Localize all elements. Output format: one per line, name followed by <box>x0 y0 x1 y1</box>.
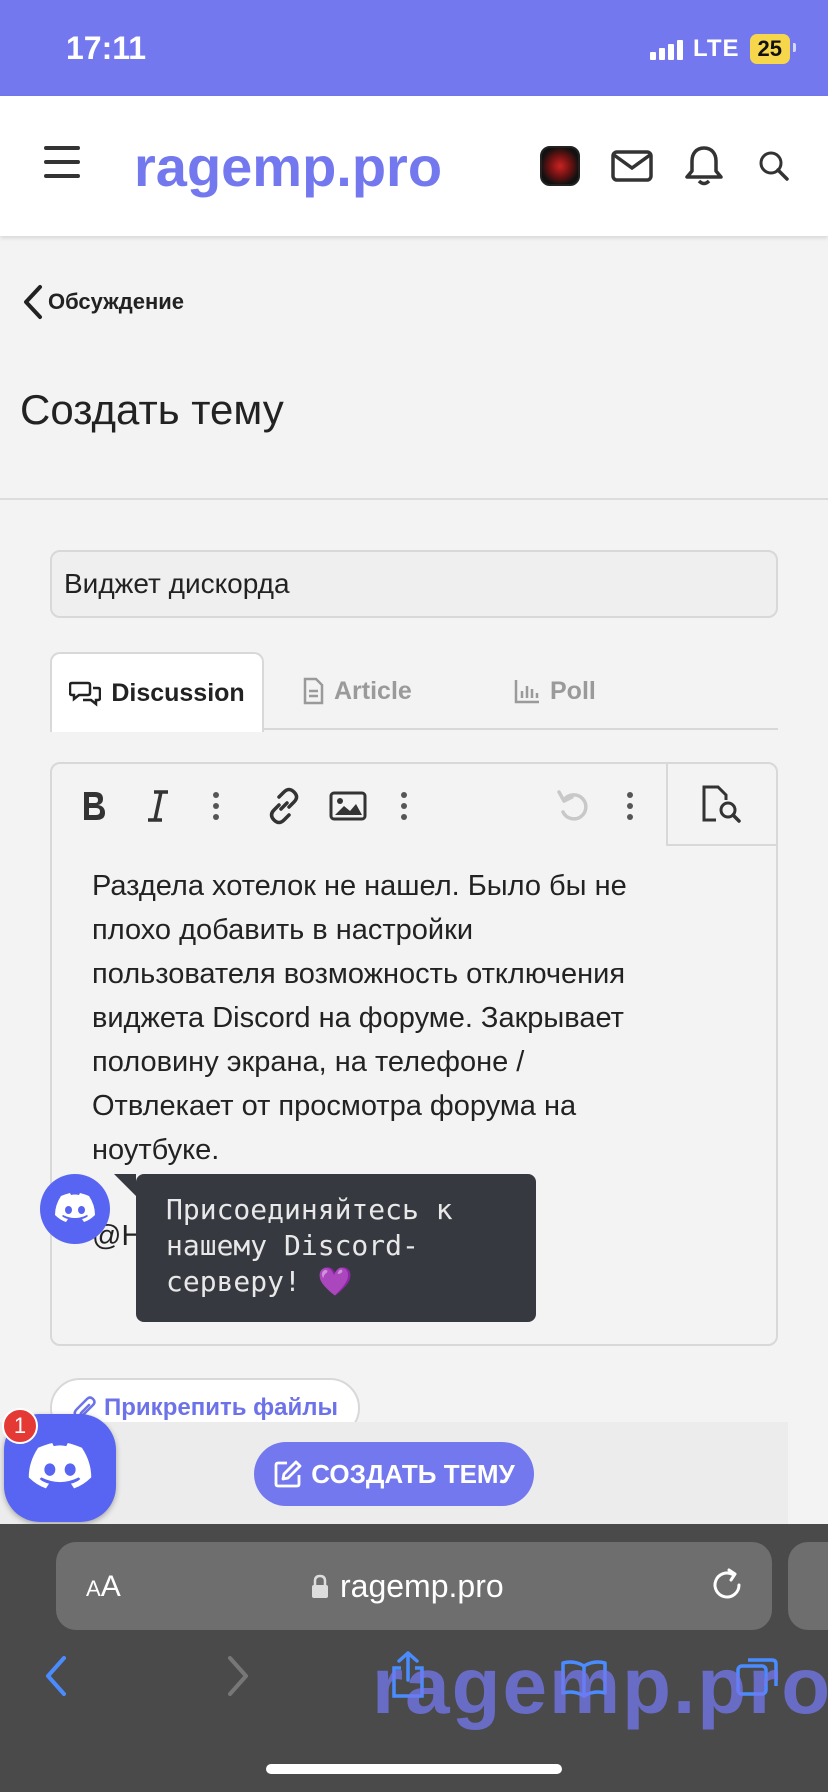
message-line: плохо добавить в настройки <box>92 914 474 946</box>
message-line: половину экрана, на телефоне / <box>92 1046 525 1078</box>
bold-button[interactable] <box>72 784 116 828</box>
chevron-left-icon <box>24 285 42 319</box>
page-title: Создать тему <box>20 386 284 433</box>
italic-button[interactable] <box>136 784 180 828</box>
search-icon[interactable] <box>752 144 796 188</box>
tab-poll[interactable]: Poll <box>514 652 596 730</box>
preview-icon <box>702 785 741 823</box>
message-line: пользователя возможность отключения <box>92 958 626 990</box>
thread-type-tabs: Discussion Article Poll <box>50 652 778 732</box>
message-body[interactable]: Раздела хотелок не нашел. Было бы не пло… <box>92 864 742 1172</box>
site-logo[interactable]: ragemp.pro <box>134 134 442 199</box>
avatar[interactable] <box>540 146 580 186</box>
more-insert-options-button[interactable] <box>382 784 426 828</box>
status-time: 17:11 <box>66 30 147 66</box>
site-header: ragemp.pro <box>0 96 828 236</box>
battery-indicator: 25 <box>749 34 797 64</box>
tooltip-line: Присоединяйтесь к <box>166 1193 453 1226</box>
edit-icon <box>274 1460 302 1488</box>
tab-label: Article <box>334 676 412 705</box>
watermark-logo: ragemp.pro <box>372 1641 828 1730</box>
more-vertical-icon <box>401 792 407 820</box>
discord-widget-small[interactable] <box>40 1174 110 1244</box>
tab-discussion[interactable]: Discussion <box>50 652 264 732</box>
message-line: Раздела хотелок не нашел. Было бы не <box>92 870 627 902</box>
notification-badge: 1 <box>2 1408 38 1444</box>
attach-label: Прикрепить файлы <box>104 1394 338 1421</box>
thread-title-input[interactable]: Виджет дискорда <box>50 550 778 618</box>
message-line: виджета Discord на форуме. Закрывает <box>92 1002 624 1034</box>
document-icon <box>303 677 324 705</box>
undo-button[interactable] <box>552 784 596 828</box>
chat-icon <box>69 681 102 707</box>
editor-toolbar <box>52 764 776 846</box>
create-thread-label: СОЗДАТЬ ТЕМУ <box>311 1458 515 1489</box>
more-text-options-button[interactable] <box>194 784 238 828</box>
signal-icon <box>649 38 683 60</box>
tooltip-line: серверу! 💜 <box>166 1265 353 1298</box>
status-bar: 17:11 LTE 25 <box>0 0 828 96</box>
tab-article[interactable]: Article <box>302 652 412 730</box>
tooltip-line: нашему Discord- <box>166 1229 419 1262</box>
italic-icon <box>148 790 168 822</box>
status-indicators: LTE 25 <box>649 34 797 64</box>
insert-image-button[interactable] <box>326 784 370 828</box>
back-icon[interactable] <box>42 1654 72 1698</box>
forward-icon[interactable] <box>222 1654 252 1698</box>
discord-tooltip: Присоединяйтесь к нашему Discord- сервер… <box>114 1174 536 1322</box>
bell-icon[interactable] <box>682 144 726 188</box>
bar-chart-icon <box>514 680 539 704</box>
tab-label: Poll <box>550 676 596 705</box>
tab-label: Discussion <box>111 678 245 707</box>
discord-icon <box>55 1193 95 1222</box>
url-text: ragemp.pro <box>340 1568 504 1604</box>
home-indicator[interactable] <box>266 1764 562 1774</box>
discord-icon <box>28 1443 92 1489</box>
bold-icon <box>84 792 105 820</box>
undo-icon <box>557 790 588 821</box>
url-display[interactable]: ragemp.pro <box>310 1568 504 1605</box>
more-vertical-icon <box>627 792 633 820</box>
network-type: LTE <box>692 35 740 62</box>
breadcrumb-label: Обсуждение <box>48 289 184 314</box>
image-icon <box>329 791 367 821</box>
lock-icon <box>312 1574 328 1598</box>
text-size-large: A <box>100 1570 121 1603</box>
more-options-button[interactable] <box>608 784 652 828</box>
message-line: Отвлекает от просмотра форума на <box>92 1090 577 1122</box>
text-size-button[interactable]: AA <box>86 1570 121 1604</box>
next-tab-preview[interactable] <box>788 1542 828 1630</box>
more-vertical-icon <box>213 792 219 820</box>
address-bar[interactable]: AA ragemp.pro <box>56 1542 772 1630</box>
reload-icon[interactable] <box>708 1566 746 1604</box>
insert-link-button[interactable] <box>262 784 306 828</box>
divider <box>0 498 828 500</box>
create-thread-button[interactable]: СОЗДАТЬ ТЕМУ <box>254 1442 534 1506</box>
preview-button[interactable] <box>666 764 776 846</box>
menu-icon[interactable] <box>44 146 80 178</box>
browser-toolbar: AA ragemp.pro ragemp.pro <box>0 1524 828 1792</box>
breadcrumb[interactable]: Обсуждение <box>22 284 184 320</box>
message-line: ноутбуке. <box>92 1134 220 1166</box>
mail-icon[interactable] <box>610 144 654 188</box>
link-icon <box>269 787 299 825</box>
text-size-small: A <box>86 1576 101 1601</box>
